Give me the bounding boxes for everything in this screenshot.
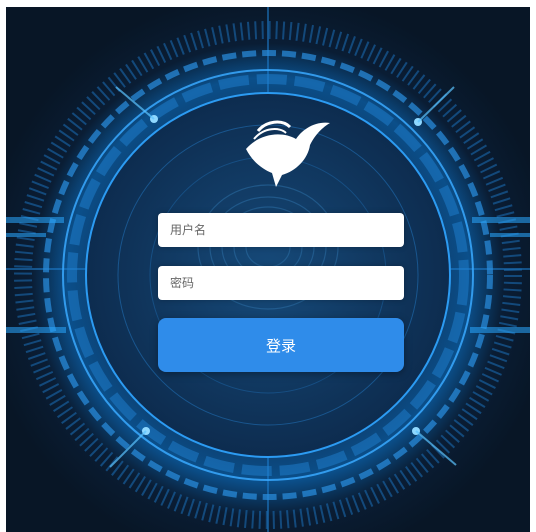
login-background: 登录 — [6, 7, 530, 532]
login-button[interactable]: 登录 — [158, 318, 404, 372]
username-input[interactable] — [168, 222, 394, 238]
bird-logo-icon — [246, 120, 330, 187]
password-input[interactable] — [168, 275, 394, 291]
username-field[interactable] — [158, 213, 404, 247]
login-page: 登录 — [0, 0, 536, 532]
password-field[interactable] — [158, 266, 404, 300]
